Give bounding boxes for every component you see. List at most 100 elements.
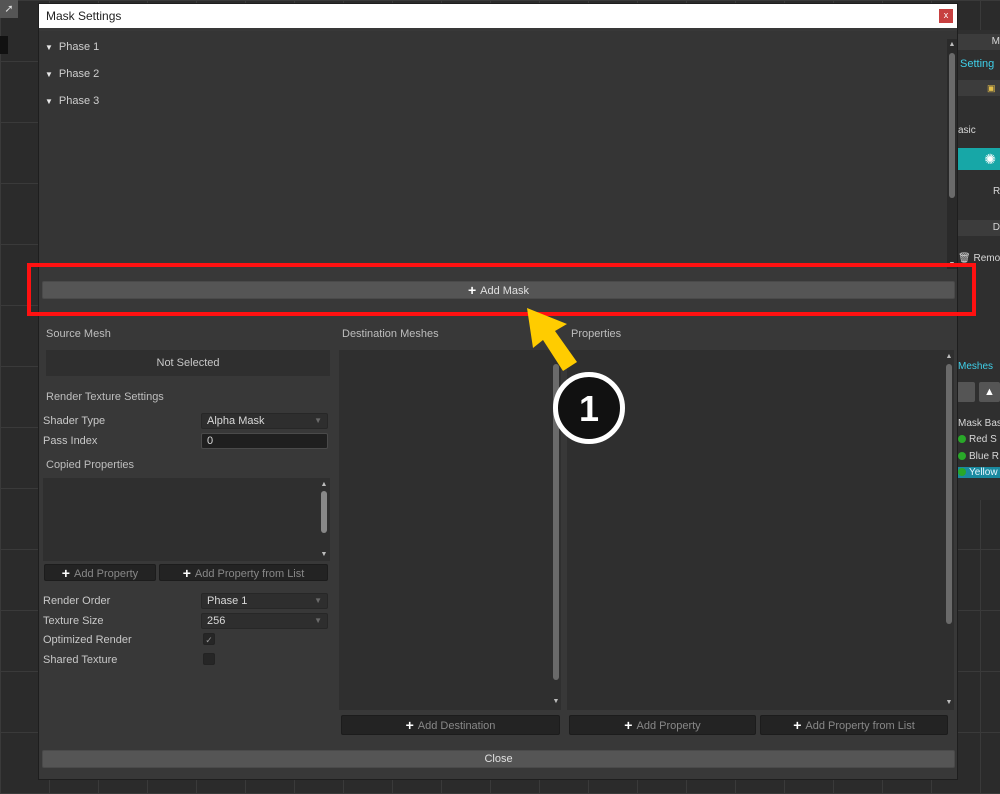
render-order-select[interactable]: Phase 1 ▼ bbox=[201, 593, 328, 609]
mesh-network-icon: ✺ bbox=[984, 151, 996, 167]
source-mesh-field[interactable]: Not Selected bbox=[46, 350, 330, 376]
scroll-down-arrow-icon[interactable]: ▼ bbox=[320, 551, 328, 558]
triangle-down-icon: ▼ bbox=[45, 70, 53, 79]
rp-top-tab[interactable]: M bbox=[955, 34, 1000, 50]
shader-type-select[interactable]: Alpha Mask ▼ bbox=[201, 413, 328, 429]
add-property-button[interactable]: + Add Property bbox=[44, 564, 156, 581]
triangle-down-icon: ▼ bbox=[45, 43, 53, 52]
add-property-label: Add Property bbox=[636, 720, 701, 732]
check-icon: ✓ bbox=[205, 635, 213, 645]
rp-setting-tab[interactable]: Setting bbox=[960, 58, 994, 70]
scroll-thumb[interactable] bbox=[949, 53, 955, 198]
chevron-down-icon: ▼ bbox=[314, 596, 322, 605]
source-mesh-value: Not Selected bbox=[156, 357, 220, 369]
pass-index-input[interactable]: 0 bbox=[201, 433, 328, 449]
scroll-up-arrow-icon[interactable]: ▲ bbox=[320, 481, 328, 488]
close-icon[interactable]: x bbox=[939, 9, 953, 23]
plus-icon: + bbox=[793, 717, 802, 733]
shader-type-value: Alpha Mask bbox=[207, 415, 265, 427]
rp-list-item-red[interactable]: Red S bbox=[958, 434, 997, 445]
rp-basic-label: asic bbox=[958, 125, 976, 136]
phase-list-scrollbar[interactable]: ▲ ▼ bbox=[947, 39, 957, 269]
destination-meshes-header: Destination Meshes bbox=[342, 328, 439, 340]
rp-mesh-button[interactable]: ✺ bbox=[958, 148, 1000, 170]
destination-meshes-list: ▼ bbox=[339, 350, 561, 710]
render-texture-settings-header: Render Texture Settings bbox=[46, 391, 164, 403]
highlight-box bbox=[27, 263, 976, 316]
add-property-button-2[interactable]: + Add Property bbox=[569, 715, 756, 735]
add-property-label: Add Property bbox=[73, 568, 139, 580]
rp-d-button[interactable]: D bbox=[955, 220, 1000, 236]
plus-icon: + bbox=[61, 565, 70, 581]
yellow-arrow-icon bbox=[527, 308, 577, 371]
triangle-down-icon: ▼ bbox=[45, 97, 53, 106]
copied-properties-list: ▲ ▼ bbox=[43, 478, 330, 561]
scroll-down-arrow-icon[interactable]: ▼ bbox=[552, 698, 560, 705]
rp-item-label: Red S bbox=[969, 434, 997, 445]
scroll-down-arrow-icon[interactable]: ▼ bbox=[945, 699, 953, 706]
source-mesh-header: Source Mesh bbox=[46, 328, 111, 340]
texture-size-select[interactable]: 256 ▼ bbox=[201, 613, 328, 629]
properties-scrollbar[interactable]: ▲ ▼ bbox=[944, 350, 954, 710]
texture-size-label: Texture Size bbox=[43, 615, 104, 627]
dialog-title: Mask Settings bbox=[46, 9, 122, 23]
phase-label: Phase 1 bbox=[58, 41, 100, 53]
chevron-down-icon: ▼ bbox=[314, 416, 322, 425]
phase-item[interactable]: ▼ Phase 2 bbox=[45, 68, 99, 80]
rp-mesh-icon-1[interactable] bbox=[957, 382, 975, 402]
rp-item-label: Yellow bbox=[969, 467, 998, 478]
shared-texture-checkbox[interactable] bbox=[203, 653, 215, 665]
rp-meshes-tab[interactable]: Meshes bbox=[958, 361, 993, 372]
shared-texture-label: Shared Texture bbox=[43, 654, 118, 666]
plus-icon: + bbox=[405, 717, 414, 733]
optimized-render-checkbox[interactable]: ✓ bbox=[203, 633, 215, 645]
visibility-dot-icon bbox=[958, 452, 966, 460]
add-property-from-list-button-2[interactable]: + Add Property from List bbox=[760, 715, 948, 735]
visibility-dot-icon bbox=[958, 468, 966, 476]
scroll-up-arrow-icon[interactable]: ▲ bbox=[945, 353, 953, 360]
phase-label: Phase 2 bbox=[58, 68, 100, 80]
copied-properties-header: Copied Properties bbox=[46, 459, 135, 471]
rp-remove-label: Remo bbox=[973, 253, 1000, 264]
add-property-from-list-label: Add Property from List bbox=[194, 568, 305, 580]
rp-icon-row[interactable]: ▣ bbox=[955, 80, 1000, 96]
plus-icon: + bbox=[182, 565, 191, 581]
add-property-from-list-button[interactable]: + Add Property from List bbox=[159, 564, 328, 581]
plus-icon: + bbox=[624, 717, 633, 733]
add-destination-label: Add Destination bbox=[417, 720, 496, 732]
texture-size-value: 256 bbox=[207, 615, 226, 627]
rp-list-item-yellow[interactable]: Yellow bbox=[955, 467, 1000, 478]
scroll-thumb[interactable] bbox=[946, 364, 952, 624]
rp-item-label: Blue R bbox=[969, 451, 1000, 462]
phase-item[interactable]: ▼ Phase 1 bbox=[45, 41, 99, 53]
close-button[interactable]: Close bbox=[42, 750, 955, 768]
chevron-down-icon: ▼ bbox=[314, 616, 322, 625]
scroll-up-arrow-icon[interactable]: ▲ bbox=[948, 41, 956, 48]
cursor-tool-icon[interactable]: ➚ bbox=[0, 0, 18, 18]
shader-type-label: Shader Type bbox=[43, 415, 106, 427]
mask-settings-dialog: Mask Settings x ▼ Phase 1 ▼ Phase 2 ▼ Phase… bbox=[38, 3, 958, 780]
add-property-from-list-label: Add Property from List bbox=[805, 720, 915, 732]
rp-mask-base-label: Mask Bas bbox=[958, 418, 1000, 429]
phase-list: ▼ Phase 1 ▼ Phase 2 ▼ Phase 3 ▲ ▼ bbox=[39, 31, 957, 269]
rp-d-label: D bbox=[992, 222, 1000, 233]
render-order-label: Render Order bbox=[43, 595, 111, 607]
dialog-titlebar[interactable]: Mask Settings x bbox=[39, 4, 957, 28]
phase-item[interactable]: ▼ Phase 3 bbox=[45, 95, 99, 107]
rp-mesh-icon-2[interactable]: ▲ bbox=[979, 382, 1000, 402]
render-order-value: Phase 1 bbox=[207, 595, 248, 607]
rp-r-label: R bbox=[993, 186, 1000, 197]
optimized-render-label: Optimized Render bbox=[43, 634, 132, 646]
visibility-dot-icon bbox=[958, 435, 966, 443]
close-label: Close bbox=[484, 753, 513, 765]
tool-indicator-icon bbox=[0, 36, 8, 54]
step-number-badge: 1 bbox=[553, 372, 625, 444]
add-destination-button[interactable]: + Add Destination bbox=[341, 715, 560, 735]
scroll-thumb[interactable] bbox=[321, 491, 327, 533]
rp-small-icon: ▣ bbox=[987, 83, 996, 93]
copied-properties-scrollbar[interactable]: ▲ ▼ bbox=[318, 478, 330, 561]
properties-list: ▲ ▼ bbox=[567, 350, 954, 710]
rp-list-item-blue[interactable]: Blue R bbox=[958, 451, 999, 462]
rp-top-label: M bbox=[991, 36, 1000, 47]
pass-index-value: 0 bbox=[207, 435, 214, 447]
